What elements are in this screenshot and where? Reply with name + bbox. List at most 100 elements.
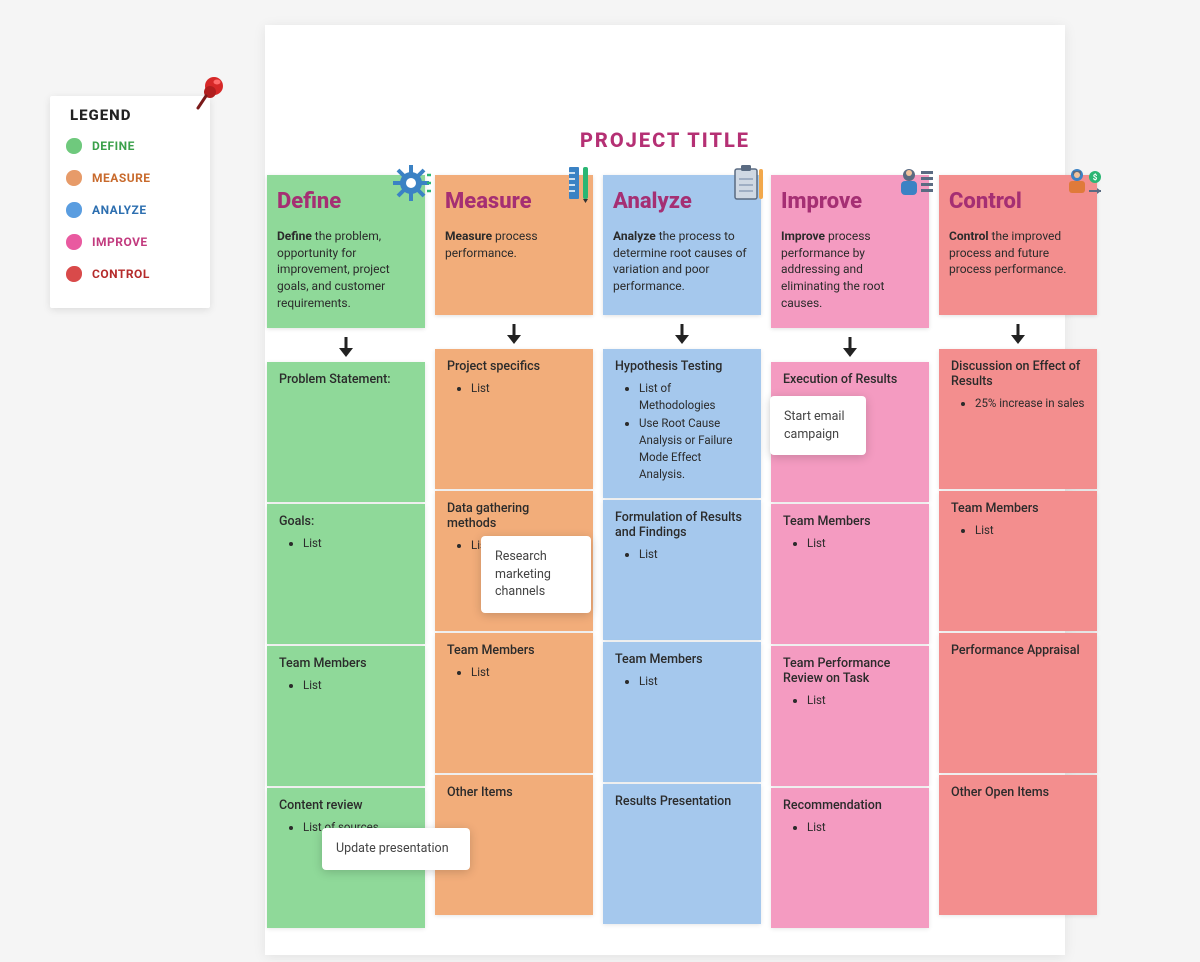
column-description: Improve process performance by addressin…: [781, 228, 919, 312]
legend-item-analyze[interactable]: ANALYZE: [64, 194, 196, 226]
legend-item-define[interactable]: DEFINE: [64, 130, 196, 162]
gear-icon: [391, 163, 431, 203]
card-title: Team Members: [447, 643, 581, 658]
card-title: Team Members: [951, 501, 1085, 516]
legend-item-improve[interactable]: IMPROVE: [64, 226, 196, 258]
arrow-down-icon: [505, 323, 523, 345]
legend-item-label: ANALYZE: [92, 203, 147, 217]
card-title: Execution of Results: [783, 372, 917, 387]
card-bullet-list: List: [783, 819, 917, 836]
card[interactable]: Problem Statement:: [267, 362, 425, 502]
card-title: Other Items: [447, 785, 581, 800]
legend-item-control[interactable]: CONTROL: [64, 258, 196, 290]
legend-panel[interactable]: LEGEND DEFINE MEASURE ANALYZE IMPROVE CONTRO…: [50, 96, 210, 308]
ruler-icon: [559, 163, 599, 203]
card-bullet-list: List: [279, 535, 413, 552]
card-bullet: List: [639, 546, 749, 563]
card[interactable]: Team Members List: [771, 504, 929, 644]
project-title[interactable]: PROJECT TITLE: [265, 128, 1065, 152]
pushpin-icon: [190, 68, 232, 110]
card-title: Project specifics: [447, 359, 581, 374]
card-bullet-list: List: [615, 673, 749, 690]
column-header-analyze[interactable]: AnalyzeAnalyze the process to determine …: [603, 175, 761, 315]
card-bullet: List: [471, 664, 581, 681]
card-bullet: List: [471, 380, 581, 397]
sticky-note[interactable]: Research marketing channels: [481, 536, 591, 613]
card[interactable]: Team Members List: [939, 491, 1097, 631]
card-bullet-list: List: [783, 535, 917, 552]
card-title: Results Presentation: [615, 794, 749, 809]
card[interactable]: Discussion on Effect of Results25% incre…: [939, 349, 1097, 489]
card[interactable]: Team Members List: [435, 633, 593, 773]
card[interactable]: Project specifics List: [435, 349, 593, 489]
column-description: Measure process performance.: [445, 228, 583, 262]
card[interactable]: Team Performance Review on Task List: [771, 646, 929, 786]
card-title: Data gathering methods: [447, 501, 581, 531]
person-icon: [895, 163, 935, 203]
card[interactable]: Team Members List: [603, 642, 761, 782]
arrow-down-icon: [673, 323, 691, 345]
card-title: Team Members: [615, 652, 749, 667]
arrow-down-icon: [841, 336, 859, 358]
card-title: Content review: [279, 798, 413, 813]
legend-color-swatch: [66, 202, 82, 218]
card-title: Problem Statement:: [279, 372, 413, 387]
card-bullet: List: [303, 535, 413, 552]
clipboard-icon: [727, 163, 767, 203]
control-icon: [1063, 163, 1103, 203]
card-bullet: List: [639, 673, 749, 690]
card-bullet-list: List: [783, 692, 917, 709]
legend-color-swatch: [66, 170, 82, 186]
card-bullet: List: [303, 677, 413, 694]
legend-color-swatch: [66, 234, 82, 250]
legend-color-swatch: [66, 138, 82, 154]
column-header-measure[interactable]: MeasureMeasure process performance.: [435, 175, 593, 315]
card-bullet-list: List: [615, 546, 749, 563]
card-title: Team Members: [279, 656, 413, 671]
column-analyze: AnalyzeAnalyze the process to determine …: [603, 175, 761, 926]
legend-color-swatch: [66, 266, 82, 282]
card[interactable]: Performance Appraisal: [939, 633, 1097, 773]
card[interactable]: RecommendationList: [771, 788, 929, 928]
card-title: Performance Appraisal: [951, 643, 1085, 658]
card-title: Formulation of Results and Findings: [615, 510, 749, 540]
legend-item-measure[interactable]: MEASURE: [64, 162, 196, 194]
sticky-note[interactable]: Start email campaign: [770, 396, 866, 455]
column-header-define[interactable]: DefineDefine the problem, opportunity fo…: [267, 175, 425, 328]
card[interactable]: Formulation of Results and Findings List: [603, 500, 761, 640]
card-bullet-list: List: [447, 380, 581, 397]
card[interactable]: Results Presentation: [603, 784, 761, 924]
sticky-note[interactable]: Update presentation: [322, 828, 470, 870]
dmaic-board: DefineDefine the problem, opportunity fo…: [265, 175, 1065, 930]
card[interactable]: Other Open Items: [939, 775, 1097, 915]
card-title: Other Open Items: [951, 785, 1085, 800]
column-header-improve[interactable]: ImproveImprove process performance by ad…: [771, 175, 929, 328]
card-bullet-list: List: [951, 522, 1085, 539]
card[interactable]: Team Members List: [267, 646, 425, 786]
legend-item-label: DEFINE: [92, 139, 135, 153]
card-bullet-list: 25% increase in sales: [951, 395, 1085, 412]
card-bullet: List: [807, 535, 917, 552]
card-bullet: List: [807, 819, 917, 836]
card-bullet: List: [975, 522, 1085, 539]
card-title: Team Members: [783, 514, 917, 529]
column-header-control[interactable]: ControlControl the improved process and …: [939, 175, 1097, 315]
card-title: Goals:: [279, 514, 413, 529]
card[interactable]: Goals: List: [267, 504, 425, 644]
card-title: Team Performance Review on Task: [783, 656, 917, 686]
legend-title: LEGEND: [64, 106, 196, 124]
card-bullet: List of Methodologies: [639, 380, 749, 415]
legend-item-label: MEASURE: [92, 171, 151, 185]
card-bullet-list: List: [447, 664, 581, 681]
legend-item-label: IMPROVE: [92, 235, 148, 249]
card-bullet: List: [807, 692, 917, 709]
column-description: Control the improved process and future …: [949, 228, 1087, 278]
card-bullet: Use Root Cause Analysis or Failure Mode …: [639, 415, 749, 484]
card-bullet-list: List: [279, 677, 413, 694]
card-bullet-list: List of MethodologiesUse Root Cause Anal…: [615, 380, 749, 484]
column-description: Define the problem, opportunity for impr…: [277, 228, 415, 312]
legend-item-label: CONTROL: [92, 267, 150, 281]
card[interactable]: Hypothesis TestingList of MethodologiesU…: [603, 349, 761, 498]
column-define: DefineDefine the problem, opportunity fo…: [267, 175, 425, 930]
arrow-down-icon: [1009, 323, 1027, 345]
